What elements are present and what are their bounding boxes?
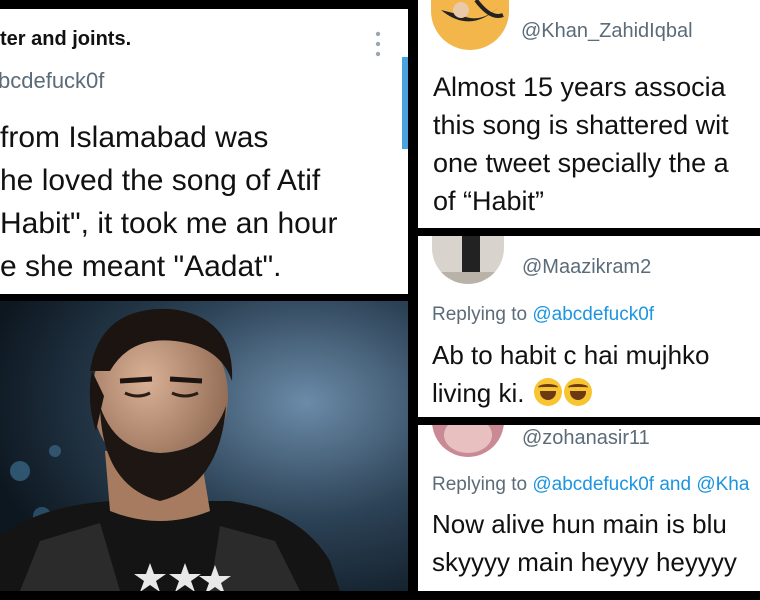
replying-to-label: Replying to: [432, 474, 533, 495]
replying-to-link[interactable]: @abcdefuck0f and @Kha: [532, 474, 749, 495]
tweet-text-line-1: from Islamabad was: [0, 121, 269, 154]
avatar[interactable]: [432, 425, 504, 457]
reply-card-khan-zahidiqbal[interactable]: @Khan_ZahidIqbal Almost 15 years associa…: [418, 0, 760, 228]
reply-card-maazikram2[interactable]: @Maazikram2 Replying to @abcdefuck0f Ab …: [418, 236, 760, 417]
replying-to-line: Replying to @abcdefuck0f: [432, 304, 654, 326]
reply-text-line-2: skyyyy main heyyy heyyyy: [432, 547, 737, 577]
tweet-text-line-4: e she meant "Aadat".: [0, 250, 282, 283]
reply-handle[interactable]: @Khan_ZahidIqbal: [521, 20, 693, 43]
tweet-text-line-2: he loved the song of Atif: [0, 164, 321, 197]
laughing-tears-emoji-icon: [533, 378, 562, 406]
replying-to-link[interactable]: @abcdefuck0f: [532, 304, 654, 325]
singer-photo: [0, 301, 408, 591]
more-options-icon[interactable]: [372, 29, 384, 59]
reply-text-line-1: Ab to habit c hai mujhko: [432, 340, 710, 370]
scroll-indicator[interactable]: [402, 57, 408, 149]
replying-to-line: Replying to @abcdefuck0f and @Kha: [432, 474, 749, 496]
reply-card-zohanasir11[interactable]: @zohanasir11 Replying to @abcdefuck0f an…: [418, 425, 760, 591]
reply-text-line-1: Now alive hun main is blu: [432, 509, 727, 539]
photo-illustration: [0, 301, 408, 591]
replying-to-label: Replying to: [432, 304, 533, 325]
reply-text-line-2-text: living ki.: [432, 378, 532, 408]
reply-handle[interactable]: @zohanasir11: [522, 427, 650, 450]
reply-text-line-1: Almost 15 years associa: [433, 72, 726, 102]
tweet-header-name: ter and joints.: [0, 28, 132, 50]
main-tweet-card: ter and joints. bcdefuck0f from Islamaba…: [0, 9, 408, 294]
reply-text-line-3: one tweet specially the a: [433, 148, 729, 178]
avatar[interactable]: [432, 236, 504, 284]
reply-handle[interactable]: @Maazikram2: [522, 256, 651, 279]
tweet-header-handle[interactable]: bcdefuck0f: [0, 68, 104, 94]
reply-text-line-4: of “Habit”: [433, 186, 545, 216]
laughing-tears-emoji-icon: [563, 378, 592, 406]
tweet-text-line-3: Habit", it took me an hour: [0, 207, 338, 240]
reply-text-line-2: this song is shattered wit: [433, 110, 729, 140]
reply-text-line-2: living ki.: [432, 378, 592, 409]
avatar[interactable]: [431, 0, 509, 50]
